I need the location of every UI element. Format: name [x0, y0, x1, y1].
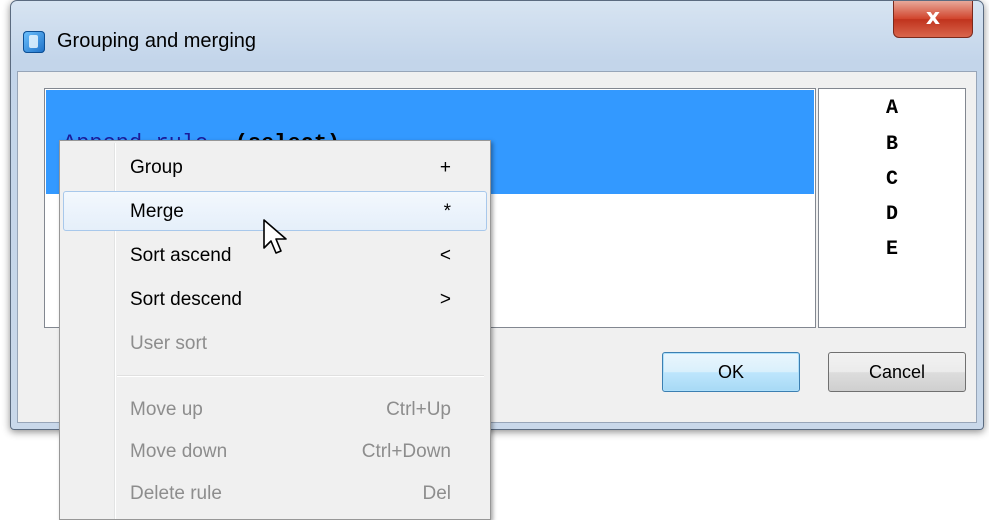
column-item[interactable]: D	[819, 203, 965, 226]
menu-item-move-down[interactable]: Move down Ctrl+Down	[63, 431, 487, 471]
app-icon	[23, 31, 45, 53]
ok-button[interactable]: OK	[662, 352, 800, 392]
close-icon: x	[925, 5, 941, 30]
menu-item-shortcut: Ctrl+Up	[386, 399, 451, 420]
column-item[interactable]: B	[819, 133, 965, 156]
window-title: Grouping and merging	[57, 30, 257, 52]
column-list[interactable]: A B C D E	[818, 88, 966, 328]
menu-item-shortcut: +	[439, 157, 451, 178]
menu-item-delete-rule[interactable]: Delete rule Del	[63, 473, 487, 513]
menu-item-label: Sort ascend	[130, 245, 232, 266]
column-item[interactable]: E	[819, 238, 965, 261]
menu-item-shortcut: Del	[422, 483, 451, 504]
column-item[interactable]: C	[819, 168, 965, 191]
menu-item-label: Move down	[130, 441, 228, 462]
menu-item-shortcut: *	[443, 201, 451, 222]
menu-item-label: User sort	[130, 333, 208, 354]
title-bar[interactable]: Grouping and merging x	[11, 1, 983, 71]
menu-item-user-sort[interactable]: User sort	[63, 323, 487, 363]
menu-item-label: Merge	[130, 201, 184, 222]
menu-item-label: Delete rule	[130, 483, 222, 504]
cancel-button[interactable]: Cancel	[828, 352, 966, 392]
column-item[interactable]: A	[819, 97, 965, 120]
context-menu: Group + Merge * Sort ascend < Sort desce…	[59, 140, 491, 520]
menu-item-shortcut: <	[439, 245, 451, 266]
menu-item-shortcut: >	[439, 289, 451, 310]
menu-item-label: Group	[130, 157, 183, 178]
menu-separator	[117, 375, 484, 377]
close-button[interactable]: x	[893, 1, 973, 38]
menu-item-label: Move up	[130, 399, 203, 420]
menu-item-shortcut: Ctrl+Down	[361, 441, 451, 462]
menu-item-sort-descend[interactable]: Sort descend >	[63, 279, 487, 319]
menu-item-group[interactable]: Group +	[63, 147, 487, 187]
menu-item-move-up[interactable]: Move up Ctrl+Up	[63, 389, 487, 429]
mouse-pointer-icon	[263, 219, 287, 254]
menu-item-label: Sort descend	[130, 289, 242, 310]
